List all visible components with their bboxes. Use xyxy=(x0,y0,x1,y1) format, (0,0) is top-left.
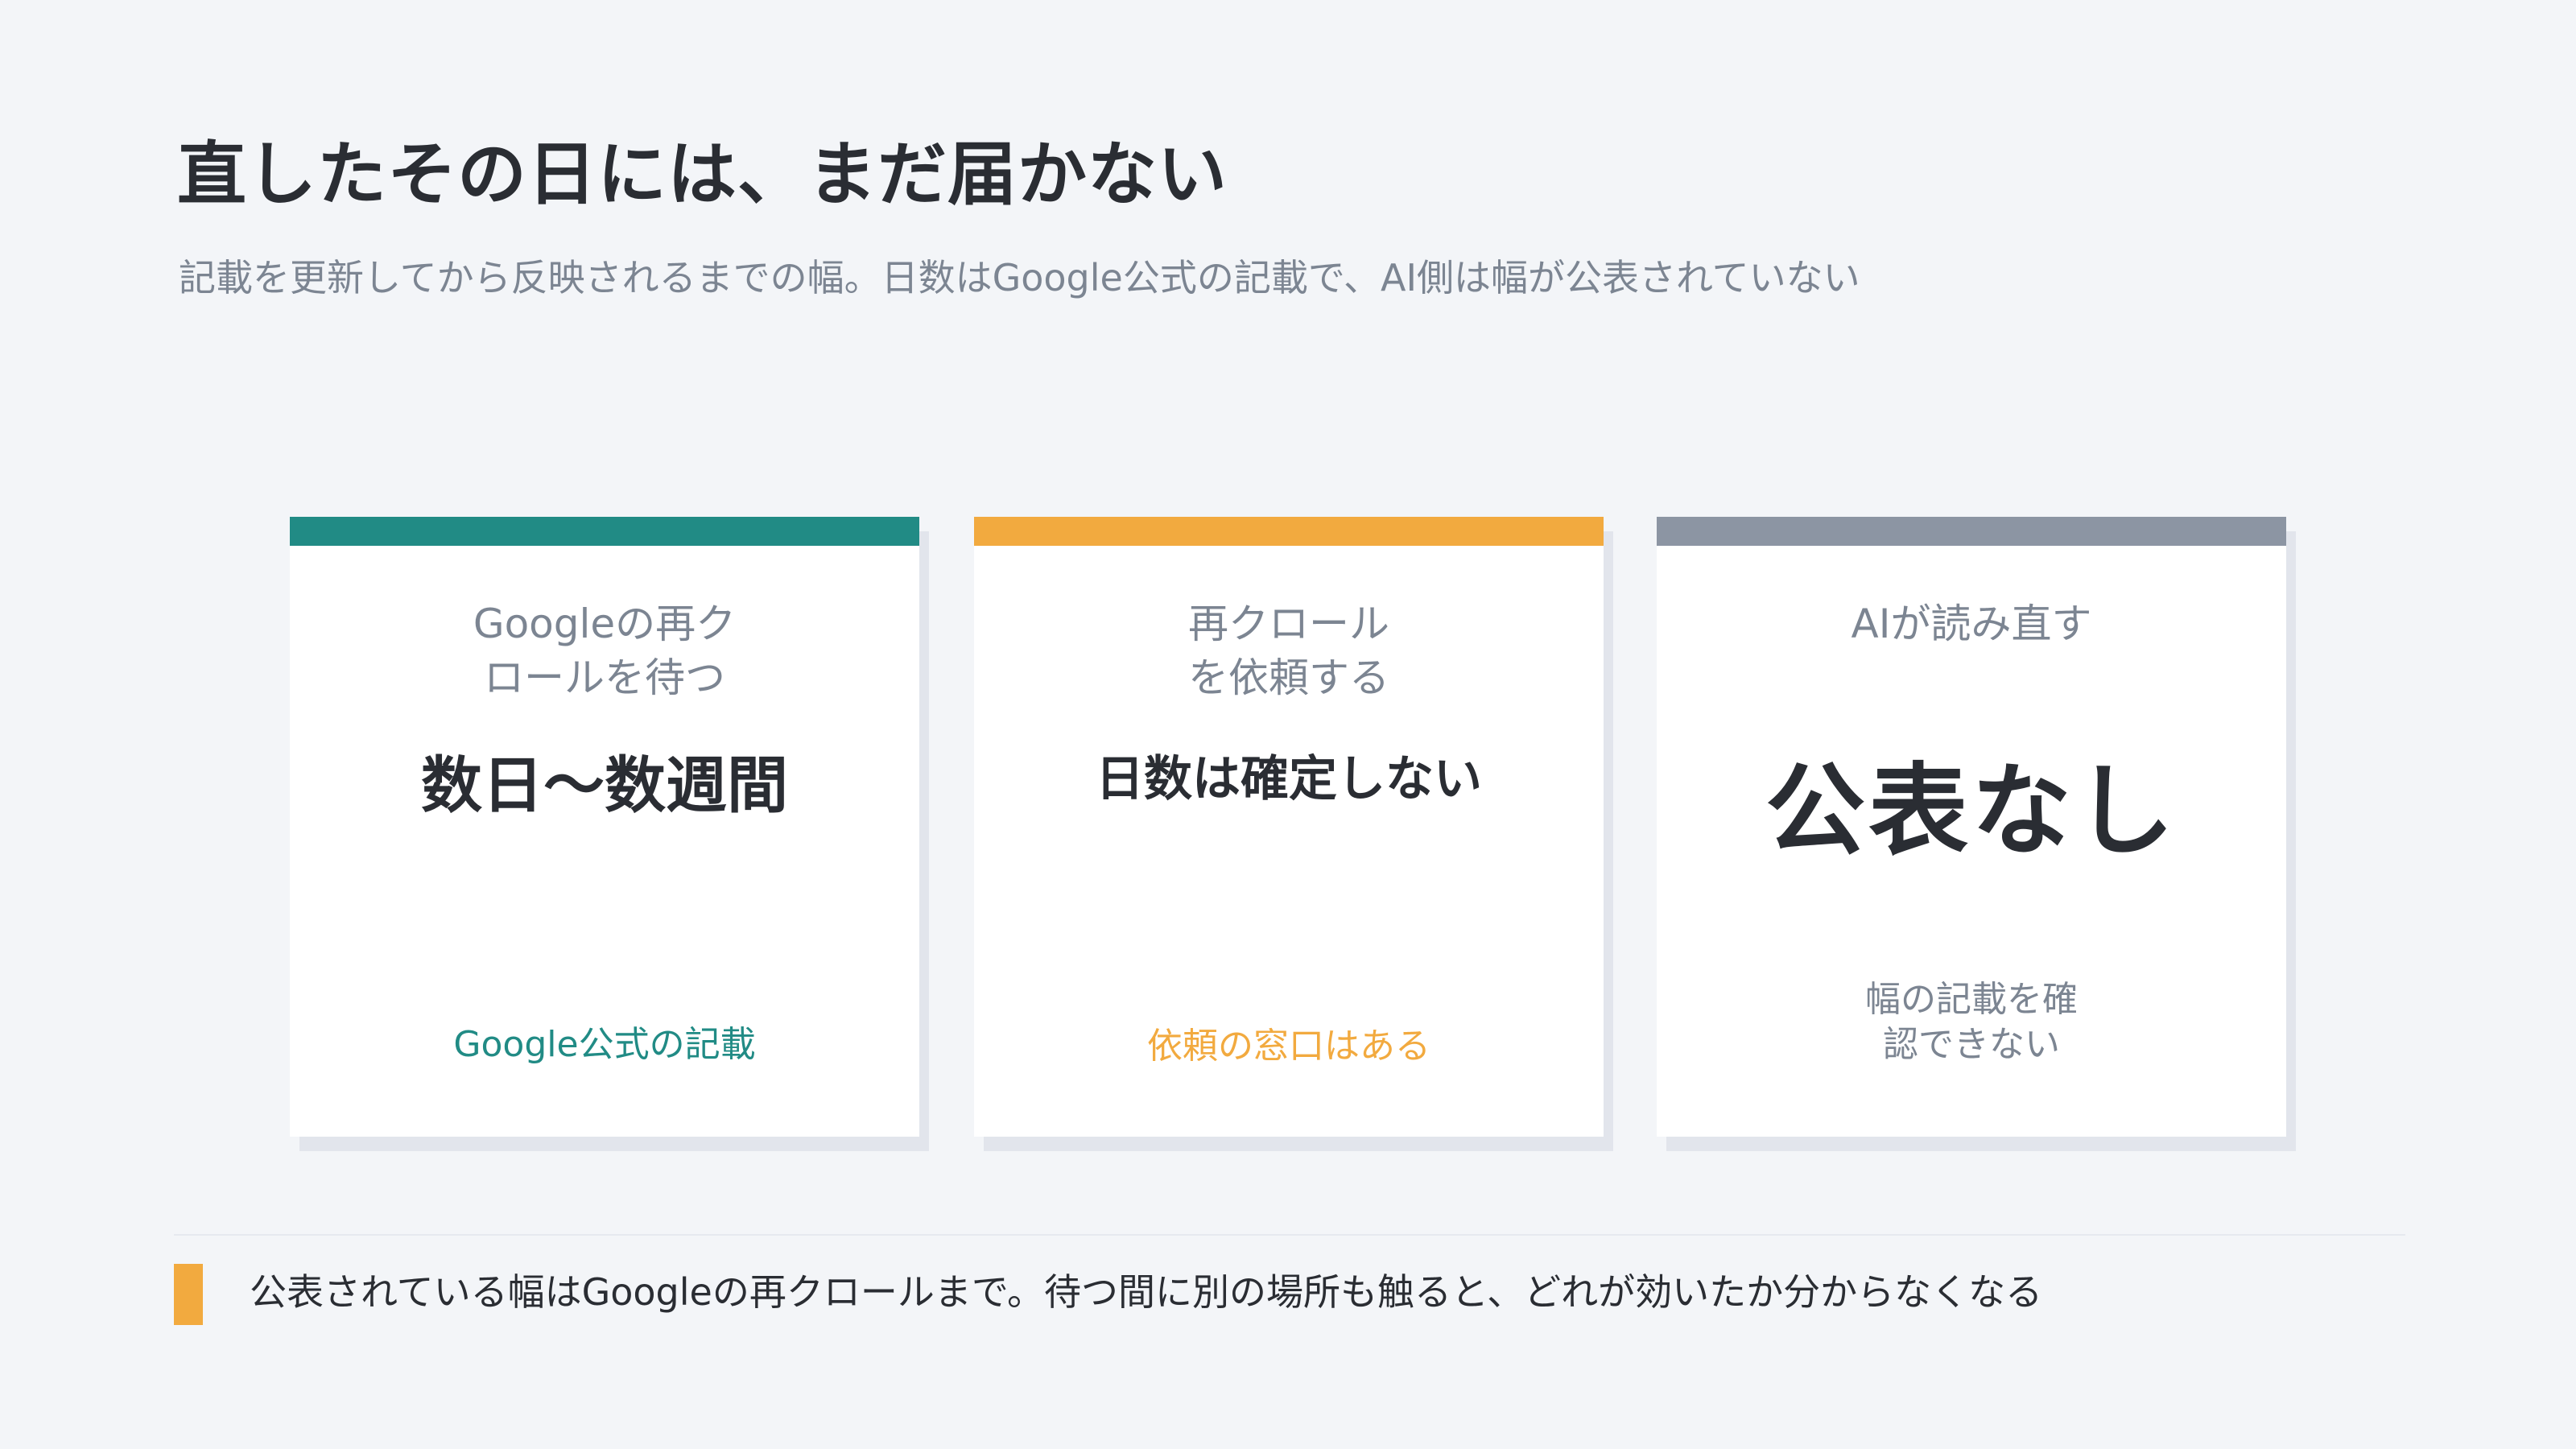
card-ai-reread: AIが読み直す 公表なし 幅の記載を確 認できない xyxy=(1657,517,2286,1137)
card-request-recrawl: 再クロール を依頼する 日数は確定しない 依頼の窓口はある xyxy=(974,517,1604,1137)
card-label: 再クロール を依頼する xyxy=(1188,601,1389,701)
footer-note: 公表されている幅はGoogleの再クロールまで。待つ間に別の場所も触ると、どれが… xyxy=(250,1270,2043,1314)
card-google-recrawl: Googleの再ク ロールを待つ 数日〜数週間 Google公式の記載 xyxy=(290,517,919,1137)
footer-divider xyxy=(174,1234,2405,1236)
footer-accent-bar xyxy=(174,1264,203,1325)
page-title: 直したその日には、まだ届かない xyxy=(177,134,1228,215)
card-note: 依頼の窓口はある xyxy=(1147,1026,1430,1067)
page-subtitle: 記載を更新してから反映されるまでの幅。日数はGoogle公式の記載で、AI側は幅… xyxy=(179,256,1860,299)
card-value: 公表なし xyxy=(1765,753,2178,869)
card-accent-bar xyxy=(1657,517,2286,546)
card-note: 幅の記載を確 認できない xyxy=(1865,979,2078,1066)
card-label: AIが読み直す xyxy=(1851,601,2092,647)
card-label: Googleの再ク ロールを待つ xyxy=(473,601,737,701)
card-accent-bar xyxy=(290,517,919,546)
card-note: Google公式の記載 xyxy=(453,1024,756,1065)
card-value: 数日〜数週間 xyxy=(421,749,788,821)
card-value: 日数は確定しない xyxy=(1096,751,1482,807)
slide: 直したその日には、まだ届かない 記載を更新してから反映されるまでの幅。日数はGo… xyxy=(0,0,2576,1449)
card-accent-bar xyxy=(974,517,1604,546)
card-row: Googleの再ク ロールを待つ 数日〜数週間 Google公式の記載 再クロー… xyxy=(290,517,2286,1137)
